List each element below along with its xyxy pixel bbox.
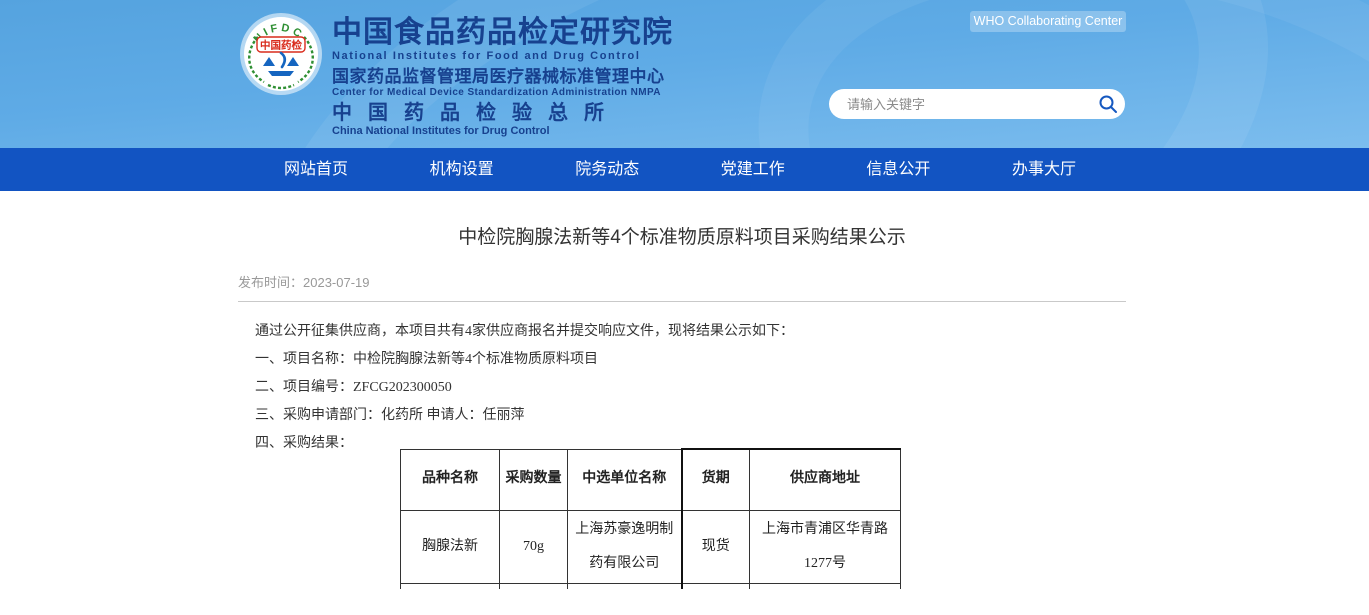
page: NIFDC 中国药检 中国食品药品检定研究院 National Institut… — [0, 0, 1369, 615]
org-name-cn: 中国食品药品检定研究院 — [332, 17, 673, 49]
table-row-clipped — [401, 584, 901, 589]
publish-date: 发布时间：2023-07-19 — [238, 272, 1126, 291]
search-icon — [1098, 94, 1118, 114]
nifdc-logo-icon[interactable]: NIFDC 中国药检 — [238, 11, 324, 97]
org-titles: 中国食品药品检定研究院 National Institutes for Food… — [332, 17, 673, 137]
main-nav: 网站首页 机构设置 院务动态 党建工作 信息公开 办事大厅 — [0, 148, 1369, 191]
nav-item-party[interactable]: 党建工作 — [721, 148, 785, 191]
cell-address: 上海市青浦区华青路1277号 — [750, 510, 901, 584]
search-button[interactable] — [1091, 89, 1125, 119]
org-name-en: National Institutes for Food and Drug Co… — [332, 50, 673, 63]
nav-item-services[interactable]: 办事大厅 — [1012, 148, 1076, 191]
divider — [238, 301, 1126, 302]
page-title: 中检院胸腺法新等4个标准物质原料项目采购结果公示 — [238, 222, 1126, 249]
cell-winner: 上海苏豪逸明制药有限公司 — [568, 510, 682, 584]
institute-name-en: China National Institutes for Drug Contr… — [332, 125, 673, 137]
site-header: NIFDC 中国药检 中国食品药品检定研究院 National Institut… — [0, 0, 1369, 148]
col-header-delivery: 货期 — [682, 449, 750, 510]
col-header-quantity: 采购数量 — [500, 449, 568, 510]
center-name-cn: 国家药品监督管理局医疗器械标准管理中心 — [332, 67, 673, 87]
cell-quantity: 70g — [500, 510, 568, 584]
article: 中检院胸腺法新等4个标准物质原料项目采购结果公示 发布时间：2023-07-19… — [238, 222, 1126, 589]
table-header-row: 品种名称 采购数量 中选单位名称 货期 供应商地址 — [401, 449, 901, 510]
nav-item-news[interactable]: 院务动态 — [575, 148, 639, 191]
nav-item-organization[interactable]: 机构设置 — [430, 148, 494, 191]
procurement-result-table: 品种名称 采购数量 中选单位名称 货期 供应商地址 胸腺法新 70g 上海苏豪逸… — [400, 448, 901, 589]
col-header-variety: 品种名称 — [401, 449, 500, 510]
institute-name-cn: 中国药品检验总所 — [332, 102, 673, 125]
svg-text:中国药检: 中国药检 — [260, 39, 302, 52]
paragraph-department: 三、采购申请部门：化药所 申请人：任丽萍 — [238, 408, 1126, 423]
table-row: 胸腺法新 70g 上海苏豪逸明制药有限公司 现货 上海市青浦区华青路1277号 — [401, 510, 901, 584]
paragraph-intro: 通过公开征集供应商，本项目共有4家供应商报名并提交响应文件，现将结果公示如下： — [238, 324, 1126, 339]
center-name-en: Center for Medical Device Standardizatio… — [332, 87, 673, 98]
col-header-address: 供应商地址 — [750, 449, 901, 510]
paragraph-project-name: 一、项目名称：中检院胸腺法新等4个标准物质原料项目 — [238, 352, 1126, 367]
search-bar — [829, 89, 1125, 119]
article-body: 通过公开征集供应商，本项目共有4家供应商报名并提交响应文件，现将结果公示如下： … — [238, 324, 1126, 451]
who-collaborating-badge: WHO Collaborating Center — [970, 11, 1126, 32]
paragraph-project-number: 二、项目编号：ZFCG202300050 — [238, 380, 1126, 395]
col-header-winner: 中选单位名称 — [568, 449, 682, 510]
cell-variety: 胸腺法新 — [401, 510, 500, 584]
search-input[interactable] — [829, 97, 1091, 112]
cell-delivery: 现货 — [682, 510, 750, 584]
main-nav-items: 网站首页 机构设置 院务动态 党建工作 信息公开 办事大厅 — [284, 148, 1076, 191]
nav-item-home[interactable]: 网站首页 — [284, 148, 348, 191]
nav-item-disclosure[interactable]: 信息公开 — [866, 148, 930, 191]
